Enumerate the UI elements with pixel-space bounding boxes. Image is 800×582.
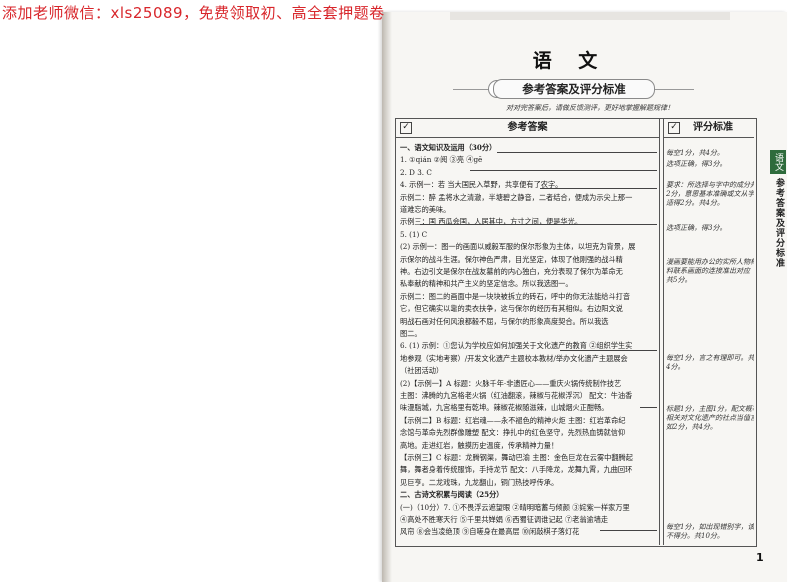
standard-note: 如2分，共4分。 [666,423,717,431]
answer-line: 它，但它确实以靠的卖衣扶争，这与保尔的经历有其相似。右边阳文说 [400,304,623,314]
section-banner: 参考答案及评分标准 [493,79,655,99]
answer-line: 一、语文知识及运用（30分） [400,143,497,152]
standard-note: 选项正确，得3分。 [666,224,727,232]
standard-note: 要求：所选择与字中的成分并且 [666,181,754,189]
standard-note: 料联系画面的连接准出对应 [666,267,750,275]
watermark-text: 添加老师微信：xls25089，免费领取初、高全套押题卷 [2,4,385,22]
answer-line: 图二。 [400,329,422,338]
answer-line: 舞，舞者身着传统服饰，手持龙节 配文：八手降龙，龙舞九霄，九曲回环 [400,465,633,475]
standard-note: 每空1分，言之有理即可。共 [666,354,754,362]
column-divider [659,118,660,545]
answer-line: (2) 示例一：图一的画面以威毅军服的保尔形象为主体，以坦克为背景，展 [400,242,636,252]
standard-note: 每空1分，共4分。 [666,149,724,157]
subject-side-tab: 语文 [770,150,786,174]
answer-line: 明战石画对任何风浪都毅不屈，与保尔的形象高度契合。所以我选 [400,316,609,326]
answer-line: 味漫脂城，九宫格里有乾坤。辣椒花椒随滋辣，山城烟火正酣畅。 [400,403,609,413]
standards-header: ✓ 评分标准 [664,119,754,138]
page-number: 1 [756,551,764,564]
answer-line: 念馆与革命先烈群像雕塑 配文：挣扎中的红色坚守，先烈热血铸就信仰 [400,428,626,438]
answer-line: 高地。走进红岩，触摸历史温度，传承精神力量！ [400,440,559,450]
pointer-line [560,350,657,351]
answer-line: 示例二：图二的画面中是一块块被拆立的砖石，呼中的你无法能给斗打音 [400,291,631,301]
answer-line: （社团活动） [400,366,444,376]
answer-line: 1. ①qián ②阅 ③亮 ④gē [400,155,483,165]
standard-note: 漫画要能用办公的实所人物材 [666,258,754,266]
answer-line: 地参观（实地考察）/开发文化遗产主题校本教材/举办文化遗产主题展会 [400,353,628,363]
standard-note: 4分。 [666,363,685,371]
answer-line: 示保尔的战斗生涯。保尔神色严肃，目光坚定，体现了他刚强的战斗精 [400,254,623,264]
answer-line: 示例二：醉 孟将水之清澈，半塘碧之静音，二者结合，便成为示尖上那一 [400,192,633,202]
answer-line: 见巨亨。二龙戏珠，九龙翻山，铜门热技呼传承。 [400,477,559,487]
standards-header-label: 评分标准 [693,122,733,133]
answer-line: 二、古诗文积累与阅读（25分） [400,490,504,500]
page-spine-shadow [382,12,392,582]
banner-rule-right [654,89,694,90]
answer-line: 【示例三】C 标题：龙腾钢渠，舞动巴渝 主图：金色巨龙在云雾中翻腾起 [400,453,633,462]
standard-note: 相关对文化遗产的社点当值言简 [666,414,754,422]
standard-note: 每空1分，如出现错别字，该空 [666,523,754,531]
answer-line: 风帘 ⑧会当凌绝顶 ⑨自嗟身在最高层 ⑩闲敲棋子落灯花 [400,527,580,537]
answer-line: 神。右边引文是保尔在战友墓前的内心独白，充分表现了保尔为革命无 [400,267,623,276]
side-section-label: 参考答案及评分标准 [774,178,784,268]
pointer-line [470,170,657,171]
answer-line: (一)（10分）7. ①不畏浮云遮望眼 ②晴明暗蓄与倾颜 ③姹紫一样家万里 [400,502,630,512]
standard-note: 选项正确，得3分。 [666,160,727,168]
pointer-line [640,407,657,408]
top-strip [450,12,730,20]
answer-line: 主图：沸腾的九宫格老火锅（红油翻滚，辣椒与花椒浮沉） 配文：牛油香 [400,391,633,400]
answer-line: 私奉献的精神和共产主义的坚定信念。所以我选图一。 [400,279,573,289]
answer-line: (2)【示例一】A 标题：火脉千年·非遗匠心——重庆火锅传统制作技艺 [400,378,622,388]
standard-note: 适得2分。共4分。 [666,199,724,207]
instruction-text: 对对完答案后，请做反馈测评，更好地掌握解题规律！ [506,104,674,112]
column-divider-inner [663,118,664,545]
subject-title: 语 文 [532,50,608,72]
pointer-line [540,188,657,189]
banner-rule-left [453,89,489,90]
standard-note: 2分，意思基本准确或文从字顺 [666,190,754,198]
answer-line: 道难忘的美味。 [400,205,451,214]
answers-header-label: 参考答案 [507,122,548,133]
pointer-line [497,152,657,153]
answer-line: 【示例二】B 标题：红岩魂——永不褪色的精神火炬 主图：红岩革命纪 [400,415,626,425]
answers-header: ✓ 参考答案 [396,119,659,138]
standard-note: 共5分。 [666,276,692,284]
answer-line: ④高处不胜寒天行 ⑤千里共婵娟 ⑥西蜀征调谁记起 ⑦老翁逾墙走 [400,515,609,524]
pointer-line [600,530,657,531]
pointer-line [420,224,657,225]
standard-note: 标题1分，主图1分，配文概率 [666,405,754,413]
answer-line: 示例三：国 西瓜会国，人居其中，方寸之间，便是华光。 [400,217,582,227]
answer-line: 5. (1) C [400,229,428,239]
standard-note: 不得分。共10分。 [666,532,724,540]
